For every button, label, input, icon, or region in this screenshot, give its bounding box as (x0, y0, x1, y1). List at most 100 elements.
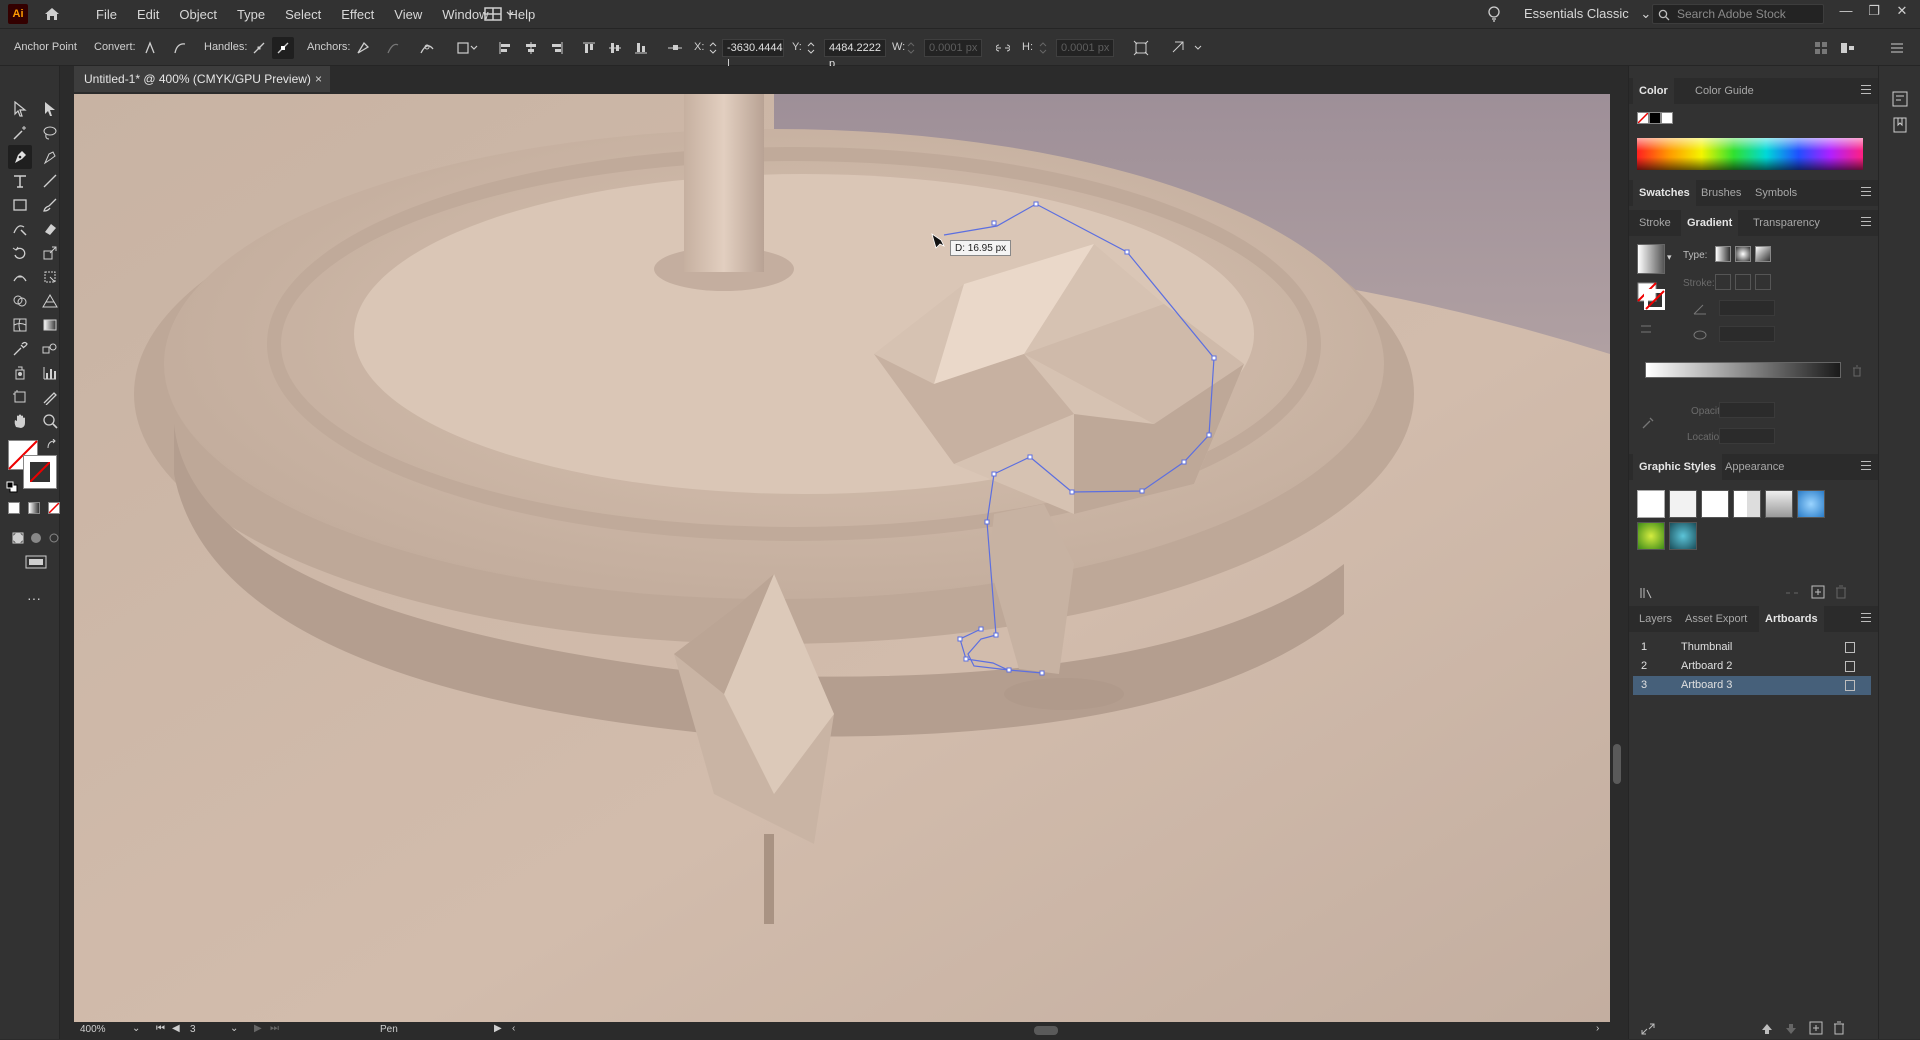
freeform-gradient-button[interactable] (1755, 246, 1771, 262)
mesh-tool-icon[interactable] (8, 313, 32, 337)
color-mode-icon[interactable] (8, 502, 20, 514)
artboard-dropdown-icon[interactable]: ⌄ (230, 1023, 238, 1034)
none-mode-icon[interactable] (48, 502, 60, 514)
align-left-icon[interactable] (494, 37, 516, 59)
minimize-button[interactable]: — (1834, 3, 1858, 18)
show-handles-icon[interactable] (248, 37, 270, 59)
zoom-level[interactable]: 400% (80, 1024, 106, 1035)
list-menu-icon[interactable] (1886, 37, 1908, 59)
graphic-style-8[interactable] (1669, 522, 1697, 550)
tab-symbols[interactable]: Symbols (1749, 180, 1803, 206)
lasso-tool-icon[interactable] (38, 121, 62, 145)
graphic-styles-menu-icon[interactable] (1861, 461, 1871, 473)
eyedropper-tool-icon[interactable] (8, 337, 32, 361)
hand-tool-icon[interactable] (8, 409, 32, 433)
gradient-mode-icon[interactable] (28, 502, 40, 514)
first-artboard-icon[interactable]: ⏮ (156, 1023, 165, 1034)
graphic-style-3[interactable] (1701, 490, 1729, 518)
artboard-options-icon[interactable] (1845, 680, 1855, 691)
perspective-grid-tool-icon[interactable] (38, 289, 62, 313)
magic-wand-tool-icon[interactable] (8, 121, 32, 145)
tab-brushes[interactable]: Brushes (1695, 180, 1747, 206)
color-spectrum[interactable] (1637, 138, 1863, 170)
scroll-right-icon[interactable]: › (1596, 1023, 1599, 1034)
menu-object[interactable]: Object (175, 7, 221, 22)
remove-anchor-icon[interactable] (352, 37, 374, 59)
break-link-icon[interactable] (1785, 586, 1799, 598)
connect-anchors-icon[interactable] (382, 37, 404, 59)
arrange-documents-button[interactable] (484, 4, 520, 24)
libraries-panel-icon[interactable] (1891, 116, 1909, 134)
linear-gradient-button[interactable] (1715, 246, 1731, 262)
color-white-swatch[interactable] (1661, 112, 1673, 124)
radial-gradient-button[interactable] (1735, 246, 1751, 262)
zoom-dropdown-icon[interactable]: ⌄ (132, 1023, 140, 1034)
width-tool-icon[interactable] (8, 265, 32, 289)
close-window-button[interactable]: ✕ (1890, 3, 1914, 19)
lightbulb-icon[interactable] (1484, 4, 1504, 24)
graphic-style-default[interactable] (1637, 490, 1665, 518)
align-bottom-icon[interactable] (630, 37, 652, 59)
artboard-row[interactable]: 1 Thumbnail (1633, 638, 1871, 657)
type-tool-icon[interactable] (8, 169, 32, 193)
menu-file[interactable]: File (92, 7, 121, 22)
properties-panel-icon[interactable] (1891, 90, 1909, 108)
selection-tool-icon[interactable] (8, 97, 32, 121)
rotate-tool-icon[interactable] (8, 241, 32, 265)
stock-search-input[interactable]: Search Adobe Stock (1652, 4, 1824, 24)
angle-field[interactable] (1719, 300, 1775, 316)
move-up-icon[interactable] (1761, 1022, 1773, 1034)
delete-graphic-style-icon[interactable] (1835, 585, 1847, 599)
x-stepper-icon[interactable] (706, 37, 720, 59)
pen-tool-icon[interactable] (8, 145, 32, 169)
align-panel-icon[interactable] (1838, 37, 1860, 59)
restore-button[interactable]: ❐ (1862, 3, 1886, 19)
vertical-scrollbar[interactable] (1610, 94, 1624, 1022)
isolate-icon[interactable] (456, 37, 478, 59)
tab-color[interactable]: Color (1633, 78, 1674, 104)
line-tool-icon[interactable] (38, 169, 62, 193)
graphic-style-2[interactable] (1669, 490, 1697, 518)
path-options-icon[interactable] (1168, 37, 1190, 59)
y-stepper-icon[interactable] (804, 37, 818, 59)
free-transform-tool-icon[interactable] (38, 265, 62, 289)
width-field[interactable]: 0.0001 px (924, 39, 982, 57)
artboard-row[interactable]: 2 Artboard 2 (1633, 657, 1871, 676)
artboard-canvas[interactable]: D: 16.95 px (74, 94, 1610, 1022)
zoom-tool-icon[interactable] (38, 409, 62, 433)
location-field[interactable] (1719, 428, 1775, 444)
align-top-icon[interactable] (578, 37, 600, 59)
document-tab[interactable]: Untitled-1* @ 400% (CMYK/GPU Preview) × (74, 66, 330, 92)
last-artboard-icon[interactable]: ⏭ (270, 1023, 279, 1034)
default-fill-stroke-icon[interactable] (6, 480, 18, 493)
reverse-gradient-icon[interactable] (1639, 322, 1653, 336)
tab-stroke[interactable]: Stroke (1633, 210, 1677, 236)
menu-select[interactable]: Select (281, 7, 325, 22)
workspace-switcher[interactable]: Essentials Classic ⌄ (1524, 6, 1651, 22)
h-stepper-icon[interactable] (1036, 37, 1050, 59)
stroke-along-button[interactable] (1735, 274, 1751, 290)
align-center-icon[interactable] (520, 37, 542, 59)
gradient-panel-menu-icon[interactable] (1861, 217, 1871, 229)
change-screen-mode-icon[interactable] (22, 550, 50, 574)
artboard-options-icon[interactable] (1845, 642, 1855, 653)
tab-graphic-styles[interactable]: Graphic Styles (1633, 454, 1723, 480)
scroll-left-icon[interactable]: ‹ (512, 1023, 515, 1034)
direct-selection-tool-icon[interactable] (38, 97, 62, 121)
menu-view[interactable]: View (390, 7, 426, 22)
gradient-preview-swatch[interactable] (1637, 244, 1665, 274)
scrollbar-thumb[interactable] (1613, 744, 1621, 784)
rectangle-tool-icon[interactable] (8, 193, 32, 217)
curvature-tool-icon[interactable] (38, 145, 62, 169)
edit-toolbar-icon[interactable]: ··· (22, 586, 46, 610)
stroke-within-button[interactable] (1715, 274, 1731, 290)
shaper-tool-icon[interactable] (8, 217, 32, 241)
gradient-fill-stroke-icon[interactable] (1637, 282, 1666, 311)
rearrange-artboards-icon[interactable] (1641, 1022, 1655, 1035)
tab-transparency[interactable]: Transparency (1747, 210, 1826, 236)
graphic-style-6[interactable] (1797, 490, 1825, 518)
close-tab-icon[interactable]: × (315, 66, 322, 92)
artboard-options-icon[interactable] (1845, 661, 1855, 672)
swatches-panel-menu-icon[interactable] (1861, 187, 1871, 199)
symbol-sprayer-tool-icon[interactable] (8, 361, 32, 385)
